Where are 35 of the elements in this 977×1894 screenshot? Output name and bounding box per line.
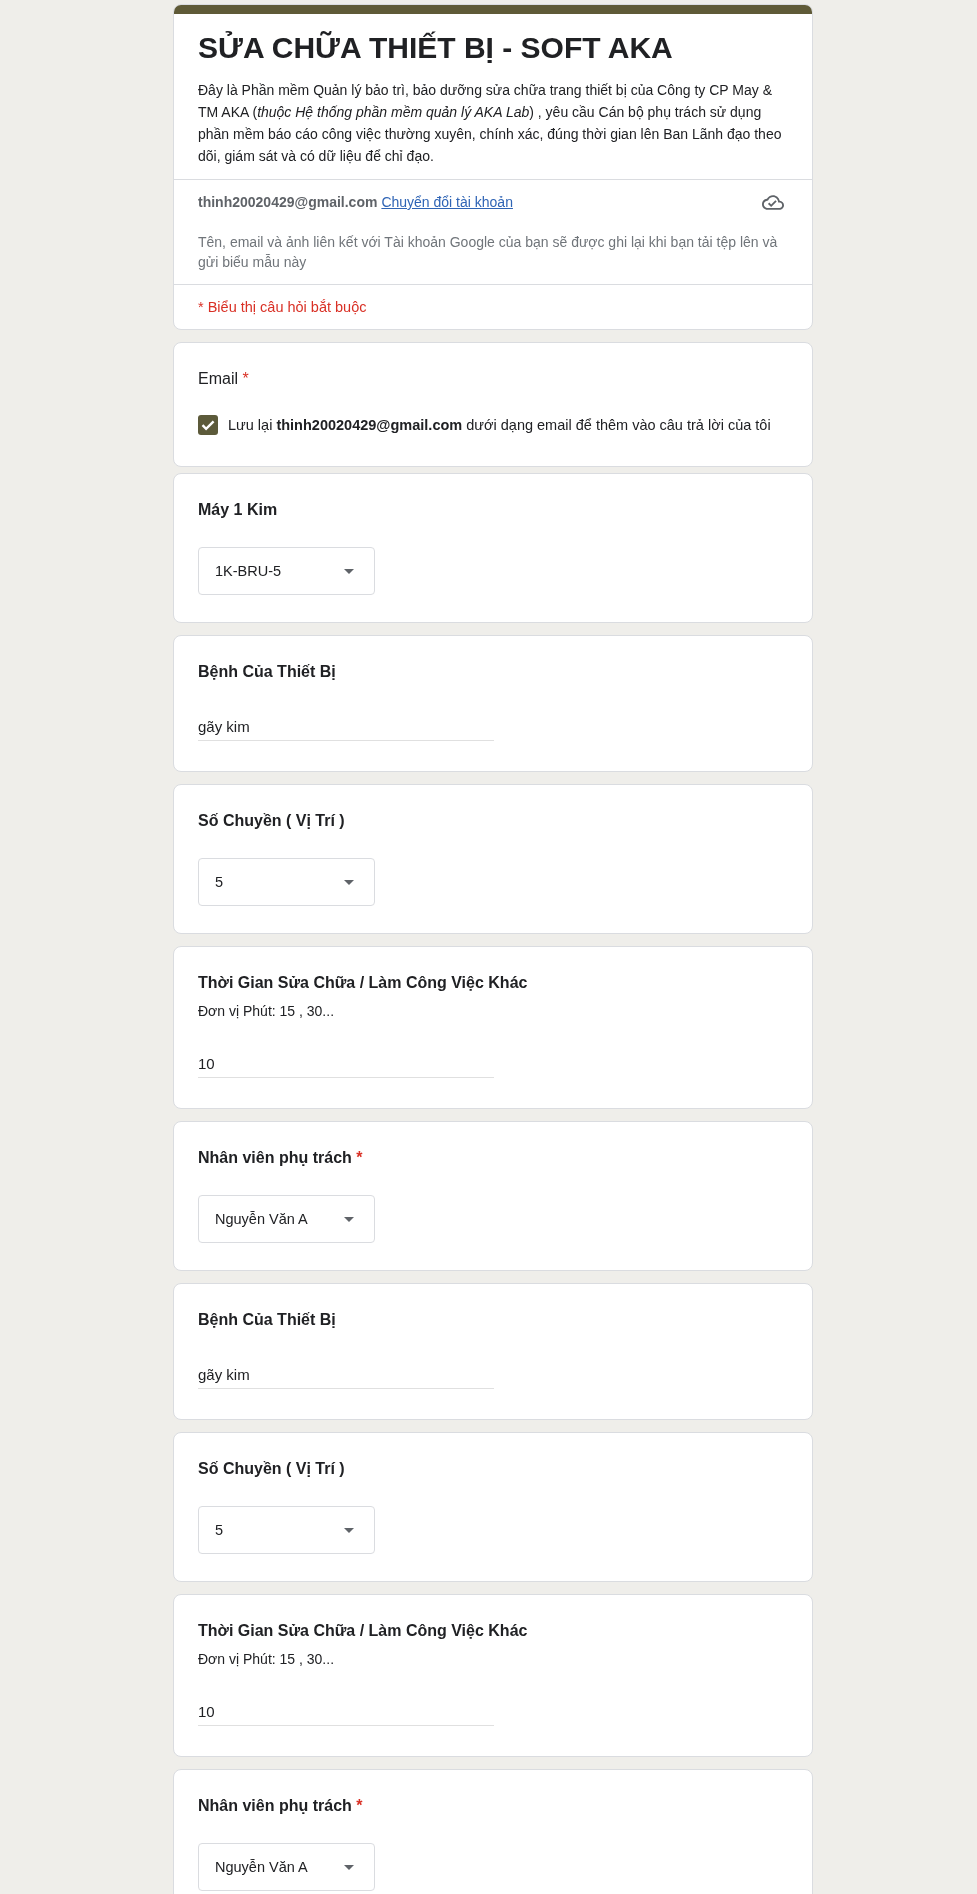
caret-icon	[344, 1864, 354, 1870]
cloud-check-icon	[762, 194, 784, 210]
caret-icon	[344, 879, 354, 885]
caret-icon	[344, 1527, 354, 1533]
switch-account-link[interactable]: Chuyển đổi tài khoản	[381, 192, 513, 212]
question-title: Nhân viên phụ trách *	[198, 1796, 364, 1816]
checkbox-label: Lưu lại thinh20020429@gmail.com dưới dạng email để thêm vào câu trả lời của tôi	[228, 416, 771, 435]
question-title: Số Chuyền ( Vị Trí )	[198, 1459, 346, 1479]
caret-icon	[344, 1216, 354, 1222]
dropdown-field[interactable]: 5	[198, 858, 375, 906]
required-note: * Biểu thị câu hỏi bắt buộc	[198, 298, 368, 317]
dropdown-field[interactable]: 5	[198, 1506, 375, 1554]
question-title: Bệnh Của Thiết Bị	[198, 662, 337, 682]
question-hint: Đơn vị Phút: 15 , 30...	[198, 1650, 336, 1669]
answer-field[interactable]: gãy kim	[198, 713, 494, 741]
caret-icon	[344, 568, 354, 574]
form-description: Đây là Phần mềm Quản lý bảo trì, bảo dưỡng sửa chữa trang thiết bị của Công ty CP May & TM AKA (thuộc Hệ thống phần mềm quản lý AKA Lab) , yêu cầu Cán bộ phụ trách sử dụng phần mềm báo cáo công việc thường xuyên, chính xác, đúng thời gian lên Ban Lãnh đạo theo dõi, giám sát và có dữ liệu để chỉ đạo.	[198, 81, 783, 166]
question-title: Máy 1 Kim	[198, 500, 279, 520]
dropdown-field[interactable]: Nguyễn Văn A	[198, 1195, 375, 1243]
privacy-notice: Tên, email và ảnh liên kết với Tài khoản Google của bạn sẽ được ghi lại khi bạn tải tệp lên và gửi biểu mẫu này	[198, 233, 779, 272]
question-hint: Đơn vị Phút: 15 , 30...	[198, 1002, 336, 1021]
dropdown-field[interactable]: Nguyễn Văn A	[198, 1843, 375, 1891]
dropdown-field[interactable]: 1K-BRU-5	[198, 547, 375, 595]
account-email: thinh20020429@gmail.com	[198, 193, 378, 212]
answer-field[interactable]: gãy kim	[198, 1361, 494, 1389]
answer-field[interactable]: 10	[198, 1050, 494, 1078]
question-title: Số Chuyền ( Vị Trí )	[198, 811, 346, 831]
form-title: SỬA CHỮA THIẾT BỊ - SOFT AKA	[198, 30, 674, 66]
question-title: Email *	[198, 369, 250, 389]
question-title: Thời Gian Sửa Chữa / Làm Công Việc Khác	[198, 973, 529, 993]
answer-field[interactable]: 10	[198, 1698, 494, 1726]
checkbox[interactable]	[198, 415, 218, 435]
question-title: Thời Gian Sửa Chữa / Làm Công Việc Khác	[198, 1621, 529, 1641]
question-title: Nhân viên phụ trách *	[198, 1148, 364, 1168]
question-title: Bệnh Của Thiết Bị	[198, 1310, 337, 1330]
